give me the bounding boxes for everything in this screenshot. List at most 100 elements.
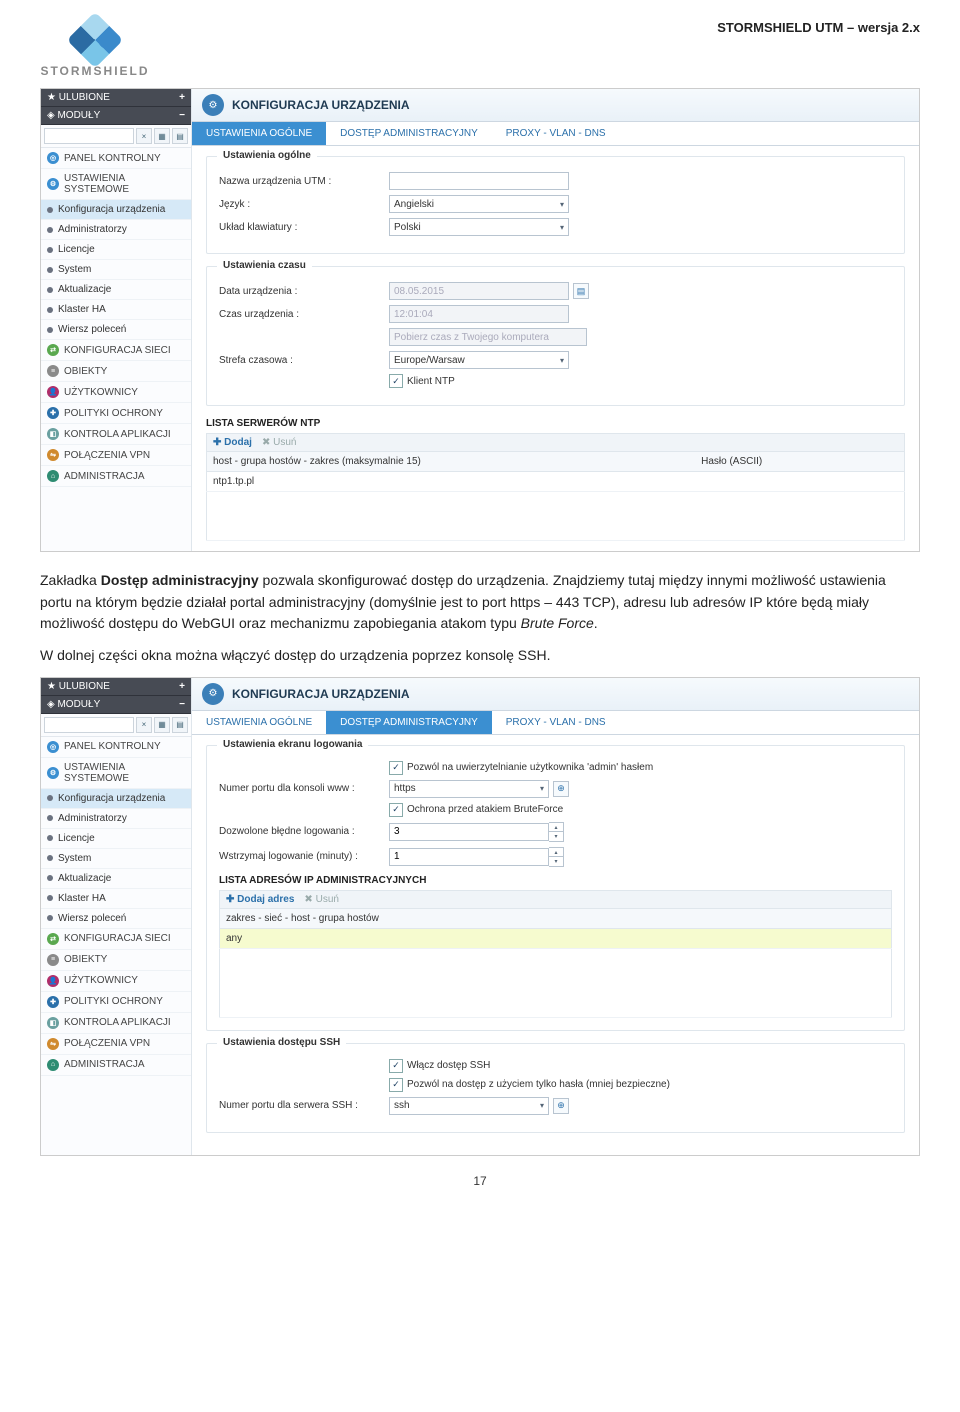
fieldset-legend: Ustawienia ekranu logowania bbox=[217, 739, 368, 750]
sidebar-item[interactable]: ◧KONTROLA APLIKACJI bbox=[41, 424, 191, 445]
sidebar-item[interactable]: ⇋POŁĄCZENIA VPN bbox=[41, 445, 191, 466]
sidebar-item[interactable]: ◎PANEL KONTROLNY bbox=[41, 148, 191, 169]
bullet-icon bbox=[47, 795, 53, 801]
enable-ssh-checkbox[interactable]: ✓Włącz dostęp SSH bbox=[389, 1059, 490, 1073]
sidebar-item[interactable]: ⚙USTAWIENIA SYSTEMOWE bbox=[41, 758, 191, 789]
sidebar-item[interactable]: Aktualizacje bbox=[41, 869, 191, 889]
sidebar-item[interactable]: ⌂ADMINISTRACJA bbox=[41, 1055, 191, 1076]
delete-button[interactable]: ✖ Usuń bbox=[304, 894, 339, 905]
add-address-button[interactable]: ✚ Dodaj adres bbox=[226, 894, 294, 905]
delete-button[interactable]: ✖ Usuń bbox=[262, 437, 297, 448]
module-icon: ✚ bbox=[47, 996, 59, 1008]
failed-logins-input[interactable] bbox=[389, 823, 549, 841]
sidebar-item-label: USTAWIENIA SYSTEMOWE bbox=[64, 173, 185, 195]
sidebar-item-label: PANEL KONTROLNY bbox=[64, 741, 161, 752]
allow-password-auth-checkbox[interactable]: ✓Pozwól na uwierzytelnianie użytkownika … bbox=[389, 761, 653, 775]
table-row[interactable]: any bbox=[220, 928, 892, 948]
ssh-port-label: Numer portu dla serwera SSH : bbox=[219, 1100, 389, 1111]
panel-title: KONFIGURACJA URZĄDZENIA bbox=[232, 98, 410, 112]
list-icon[interactable]: ▤ bbox=[172, 128, 188, 144]
bullet-icon bbox=[47, 267, 53, 273]
sidebar-item[interactable]: Konfiguracja urządzenia bbox=[41, 789, 191, 809]
keyboard-select[interactable]: Polski▾ bbox=[389, 218, 569, 236]
sidebar-search-input[interactable] bbox=[44, 717, 134, 733]
tab[interactable]: PROXY - VLAN - DNS bbox=[492, 711, 620, 734]
language-select[interactable]: Angielski▾ bbox=[389, 195, 569, 213]
sidebar-item[interactable]: Administratorzy bbox=[41, 809, 191, 829]
sidebar-item[interactable]: Licencje bbox=[41, 240, 191, 260]
tab[interactable]: DOSTĘP ADMINISTRACYJNY bbox=[326, 122, 492, 145]
sidebar-item[interactable]: ⌂ADMINISTRACJA bbox=[41, 466, 191, 487]
sidebar-item[interactable]: Klaster HA bbox=[41, 889, 191, 909]
grid-icon[interactable]: ▦ bbox=[154, 717, 170, 733]
sidebar-item-label: Klaster HA bbox=[58, 893, 106, 904]
www-port-select[interactable]: https▾ bbox=[389, 780, 549, 798]
add-button[interactable]: ✚ Dodaj bbox=[213, 437, 252, 448]
sidebar-item[interactable]: Wiersz poleceń bbox=[41, 909, 191, 929]
sidebar-item[interactable]: 👤UŻYTKOWNICY bbox=[41, 382, 191, 403]
sidebar-item[interactable]: ✚POLITYKI OCHRONY bbox=[41, 992, 191, 1013]
sidebar-item-label: USTAWIENIA SYSTEMOWE bbox=[64, 762, 185, 784]
sidebar-favorites[interactable]: ★ ULUBIONE+ bbox=[41, 89, 191, 107]
list-icon[interactable]: ▤ bbox=[172, 717, 188, 733]
clear-icon[interactable]: × bbox=[136, 717, 152, 733]
sidebar-item[interactable]: Wiersz poleceń bbox=[41, 320, 191, 340]
sidebar-item[interactable]: ≡OBIEKTY bbox=[41, 950, 191, 971]
panel-title: KONFIGURACJA URZĄDZENIA bbox=[232, 687, 410, 701]
sidebar-item[interactable]: System bbox=[41, 260, 191, 280]
sidebar-modules[interactable]: ◈ MODUŁY− bbox=[41, 696, 191, 714]
tab[interactable]: DOSTĘP ADMINISTRACYJNY bbox=[326, 711, 492, 734]
sidebar-item[interactable]: ◎PANEL KONTROLNY bbox=[41, 737, 191, 758]
sidebar-favorites[interactable]: ★ ULUBIONE+ bbox=[41, 678, 191, 696]
sidebar-item[interactable]: ⇄KONFIGURACJA SIECI bbox=[41, 340, 191, 361]
spinner-buttons[interactable]: ▴▾ bbox=[549, 822, 564, 842]
tab[interactable]: USTAWIENIA OGÓLNE bbox=[192, 122, 326, 145]
sidebar-item-label: OBIEKTY bbox=[64, 366, 107, 377]
sidebar-item[interactable]: ✚POLITYKI OCHRONY bbox=[41, 403, 191, 424]
sidebar-item[interactable]: System bbox=[41, 849, 191, 869]
hold-login-input[interactable] bbox=[389, 848, 549, 866]
sidebar-item[interactable]: Administratorzy bbox=[41, 220, 191, 240]
sidebar-item[interactable]: 👤UŻYTKOWNICY bbox=[41, 971, 191, 992]
get-time-button[interactable] bbox=[389, 328, 587, 346]
sidebar-item[interactable]: Klaster HA bbox=[41, 300, 191, 320]
tab[interactable]: USTAWIENIA OGÓLNE bbox=[192, 711, 326, 734]
ntp-client-checkbox[interactable]: ✓Klient NTP bbox=[389, 374, 455, 388]
device-name-input[interactable] bbox=[389, 172, 569, 190]
sidebar-item[interactable]: ⚙USTAWIENIA SYSTEMOWE bbox=[41, 169, 191, 200]
sidebar-item-label: Konfiguracja urządzenia bbox=[58, 204, 165, 215]
module-icon: ⇄ bbox=[47, 933, 59, 945]
sidebar-item[interactable]: Konfiguracja urządzenia bbox=[41, 200, 191, 220]
sidebar-item[interactable]: ⇋POŁĄCZENIA VPN bbox=[41, 1034, 191, 1055]
bullet-icon bbox=[47, 855, 53, 861]
sidebar-item-label: ADMINISTRACJA bbox=[64, 471, 145, 482]
sidebar-item[interactable]: Aktualizacje bbox=[41, 280, 191, 300]
failed-logins-label: Dozwolone błędne logowania : bbox=[219, 826, 389, 837]
sidebar-item-label: Licencje bbox=[58, 833, 95, 844]
sidebar-modules[interactable]: ◈ MODUŁY− bbox=[41, 107, 191, 125]
sidebar-item[interactable]: ◧KONTROLA APLIKACJI bbox=[41, 1013, 191, 1034]
calendar-icon[interactable]: ▤ bbox=[573, 283, 589, 299]
chevron-down-icon: ▾ bbox=[540, 1101, 544, 1110]
sidebar-item-label: KONTROLA APLIKACJI bbox=[64, 1017, 171, 1028]
ssh-port-select[interactable]: ssh▾ bbox=[389, 1097, 549, 1115]
add-object-icon[interactable]: ⊕ bbox=[553, 781, 569, 797]
table-row[interactable]: ntp1.tp.pl bbox=[207, 472, 905, 492]
sidebar-item[interactable]: ⇄KONFIGURACJA SIECI bbox=[41, 929, 191, 950]
sidebar-search-input[interactable] bbox=[44, 128, 134, 144]
sidebar-item-label: Licencje bbox=[58, 244, 95, 255]
sidebar-item[interactable]: ≡OBIEKTY bbox=[41, 361, 191, 382]
sidebar-item[interactable]: Licencje bbox=[41, 829, 191, 849]
timezone-select[interactable]: Europe/Warsaw▾ bbox=[389, 351, 569, 369]
clear-icon[interactable]: × bbox=[136, 128, 152, 144]
tab[interactable]: PROXY - VLAN - DNS bbox=[492, 122, 620, 145]
sidebar-item-label: Wiersz poleceń bbox=[58, 913, 126, 924]
bruteforce-checkbox[interactable]: ✓Ochrona przed atakiem BruteForce bbox=[389, 803, 563, 817]
sidebar-item-label: KONFIGURACJA SIECI bbox=[64, 345, 171, 356]
ssh-password-only-checkbox[interactable]: ✓Pozwól na dostęp z użyciem tylko hasła … bbox=[389, 1078, 670, 1092]
module-icon: ⇋ bbox=[47, 1038, 59, 1050]
spinner-buttons[interactable]: ▴▾ bbox=[549, 847, 564, 867]
bullet-icon bbox=[47, 287, 53, 293]
add-object-icon[interactable]: ⊕ bbox=[553, 1098, 569, 1114]
grid-icon[interactable]: ▦ bbox=[154, 128, 170, 144]
